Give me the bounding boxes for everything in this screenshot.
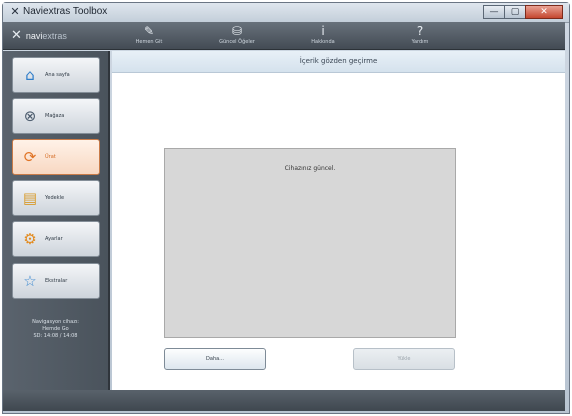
toolbar-item-label: Yardım: [411, 39, 429, 45]
bottom-bar: [3, 390, 565, 411]
toolbar-item-hakkinda[interactable]: i Hakkında: [293, 23, 353, 49]
device-status: Navigasyon cihazı: Hemde Go SD: 14:08 / …: [3, 319, 108, 340]
sidebar-item-home[interactable]: ⌂ Ana sayfa: [12, 57, 100, 93]
toolbar-item-label: Hakkında: [311, 39, 335, 45]
close-button[interactable]: ✕: [525, 5, 563, 19]
page-header: İçerik gözden geçirme: [112, 51, 565, 73]
shop-icon: ⊗: [23, 107, 37, 125]
pen-icon: ✎: [143, 24, 155, 38]
maximize-button[interactable]: ▢: [504, 5, 526, 19]
sidebar-item-backup[interactable]: ▤ Yedekle: [12, 180, 100, 216]
update-globe-icon: ⟳: [23, 148, 37, 166]
backup-icon: ▤: [22, 189, 38, 207]
sidebar-item-label: Ayarlar: [45, 236, 63, 242]
device-status-line: SD: 14:08 / 14:08: [33, 333, 78, 339]
star-icon: ☆: [23, 272, 37, 290]
status-message: Cihazınız güncel.: [284, 165, 336, 172]
device-status-line: Hemde Go: [42, 326, 69, 332]
sidebar-item-settings[interactable]: ⚙ Ayarlar: [12, 221, 100, 257]
toolbar-item-hemen-git[interactable]: ✎ Hemen Git: [119, 23, 179, 49]
sidebar-item-label: Ekstralar: [45, 278, 68, 284]
sidebar-item-extras[interactable]: ☆ Ekstralar: [12, 263, 100, 299]
toolbar-item-yardim[interactable]: ? Yardım: [390, 23, 450, 49]
sidebar-item-label: Ürat: [45, 154, 56, 160]
main-panel: İçerik gözden geçirme Cihazınız güncel. …: [112, 51, 565, 390]
users-icon: ⛁: [231, 24, 243, 38]
brand-name-part-2: extras: [42, 31, 67, 41]
sidebar-item-shop[interactable]: ⊗ Mağaza: [12, 98, 100, 134]
gear-icon: ⚙: [23, 230, 37, 248]
minimize-button[interactable]: —: [483, 5, 505, 19]
sidebar: ⌂ Ana sayfa ⊗ Mağaza ⟳ Ürat ▤ Yedekle ⚙ …: [3, 51, 110, 390]
page-title: İçerik gözden geçirme: [299, 57, 378, 65]
sidebar-item-label: Mağaza: [45, 113, 65, 119]
home-icon: ⌂: [25, 66, 35, 84]
app-icon: ✕: [10, 5, 20, 18]
sidebar-item-label: Yedekle: [45, 195, 65, 201]
window-controls: — ▢ ✕: [483, 5, 563, 19]
content-list[interactable]: Cihazınız güncel.: [164, 148, 456, 338]
brand-name-part-1: navi: [25, 31, 43, 41]
title-bar[interactable]: ✕ Naviextras Toolbox — ▢ ✕: [3, 3, 569, 23]
toolbar-item-label: Hemen Git: [135, 39, 163, 45]
toolbar-item-guncel-ogeler[interactable]: ⛁ Güncel Öğeler: [207, 23, 267, 49]
help-icon: ?: [416, 24, 424, 38]
window-title: Naviextras Toolbox: [23, 6, 108, 17]
brand-logo: ✕ navi extras: [11, 29, 67, 43]
device-status-line: Navigasyon cihazı:: [32, 319, 79, 325]
info-icon: i: [321, 24, 325, 38]
more-button[interactable]: Daha...: [164, 348, 266, 370]
top-toolbar: ✕ navi extras ✎ Hemen Git ⛁ Güncel Öğeler…: [3, 22, 565, 50]
sidebar-item-label: Ana sayfa: [45, 72, 70, 78]
naviextras-logo-icon: ✕: [11, 28, 22, 43]
toolbar-item-label: Güncel Öğeler: [219, 39, 255, 45]
install-button[interactable]: Yükle: [353, 348, 455, 370]
sidebar-item-update[interactable]: ⟳ Ürat: [12, 139, 100, 175]
